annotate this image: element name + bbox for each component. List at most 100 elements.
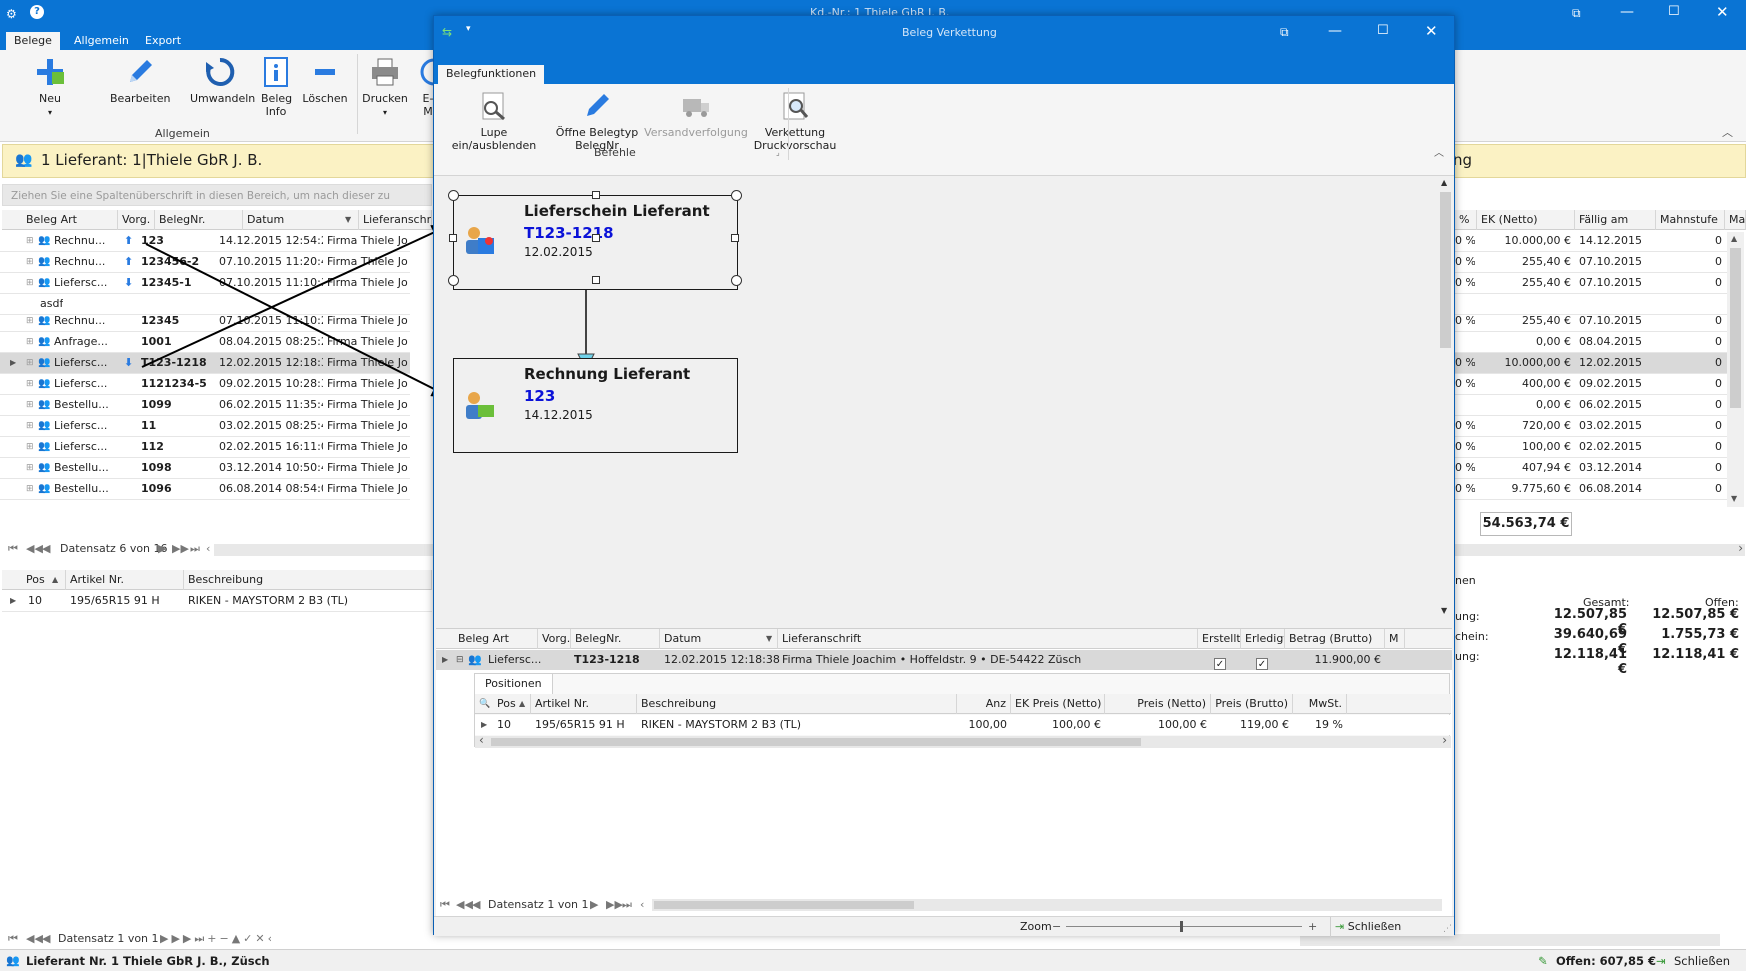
table-row[interactable]: ⊞ 👥Liefersc... 11 03.02.2015 08:25:45 Firma … [0,416,410,437]
loeschen-button[interactable]: Löschen [300,56,350,105]
detail-row[interactable]: ▶ 10 195/65R15 91 H RIKEN - MAYSTORM 2 B… [475,715,1451,735]
table-row[interactable]: ⊞ 👥Rechnu... ⬆ 123 14.12.2015 12:54:25 Firma … [0,231,410,252]
bearbeiten-button[interactable]: Bearbeiten [110,56,170,105]
table-row[interactable]: ⊞ 👥Liefersc... ⬇ 12345-1 07.10.2015 11:10:32… [0,273,410,294]
table-row-right[interactable]: 0,00 € 08.04.2015 0 [1455,332,1727,353]
nav-next-icon[interactable]: ▶ [158,540,166,558]
dialog-close-button[interactable]: ⇥ Schließen [1330,917,1401,937]
dcol-m[interactable]: M [1385,629,1405,649]
canvas-scroll-down-icon[interactable]: ▼ [1441,606,1447,615]
help-icon[interactable]: ? [30,5,44,19]
detail-scroll-left-icon[interactable]: ‹ [479,733,484,747]
table-row-right[interactable]: 0 % 255,40 € 07.10.2015 0 [1455,252,1727,273]
zoom-slider-thumb[interactable] [1180,921,1183,932]
table-row[interactable]: ▶ ⊞ 👥 Liefersc... ⬇ T123-1218 12.02.2015 12:18… [0,353,410,374]
table-row[interactable]: ⊞ 👥Rechnu... ⬆ 123456-2 07.10.2015 11:20:40 F… [0,252,410,273]
col-beschreibung[interactable]: Beschreibung [184,570,432,590]
canvas-scroll-up-icon[interactable]: ▲ [1441,178,1447,187]
table-row[interactable]: ⊞ 👥Anfrage... 1001 08.04.2015 08:25:25 Firma… [0,332,410,353]
resize-handle[interactable] [448,190,459,201]
dnav-prev-icon[interactable]: ◀ [472,896,480,914]
node-rechnung[interactable]: Rechnung Lieferant 123 14.12.2015 [453,358,738,453]
resize-handle[interactable] [449,234,457,242]
table-row[interactable]: ⊞ 👥Bestellu... 1099 06.02.2015 11:35:45 Firm… [0,395,410,416]
vscroll-thumb[interactable] [1730,248,1741,408]
col-lieferanschrift[interactable]: Lieferanschrift [359,210,432,230]
drucken-button[interactable]: Drucken ▾ [360,56,410,119]
col-ek-netto[interactable]: EK (Netto) [1477,210,1575,230]
table-row-right[interactable]: 0 % 10.000,00 € 12.02.2015 0 [1455,353,1727,374]
dialog-app-icon[interactable]: ⇆ [442,25,452,39]
lupe-button[interactable]: Lupe ein/ausblenden [442,90,546,152]
dcol-datum[interactable]: Datum [660,629,778,649]
tab-belegfunktionen[interactable]: Belegfunktionen [438,65,545,84]
dnav-next-icon[interactable]: ▶ [590,896,598,914]
versandverfolgung-button[interactable]: Versandverfolgung [644,90,748,139]
dialog-hscroll[interactable] [652,899,1442,911]
collapse-detail-icon[interactable]: ⊟ [456,650,464,670]
canvas-vscroll[interactable]: ▲ ▼ [1438,178,1453,618]
col-mahnstufe[interactable]: Mahnstufe [1656,210,1725,230]
dcol-erstellt[interactable]: Erstellt [1198,629,1241,649]
col-beleg-art[interactable]: Beleg Art [22,210,118,230]
dnav-first-icon[interactable]: ⏮ [440,896,450,914]
erledigt-checkbox[interactable]: ✓ [1256,654,1268,674]
table-row-right[interactable]: 0 % 407,94 € 03.12.2014 0 [1455,458,1727,479]
dialog-collapse-ribbon-icon[interactable]: ︿ [1434,144,1444,159]
dcol-betrag-brutto[interactable]: Betrag (Brutto) [1285,629,1385,649]
dnav-prev-page-icon[interactable]: ◀◀ [456,896,473,914]
main-grid-vscroll[interactable]: ▲ ▼ [1727,232,1744,507]
scol-anz[interactable]: Anz [957,694,1011,714]
table-row-right[interactable]: 0,00 € 06.02.2015 0 [1455,395,1727,416]
canvas-vscroll-thumb[interactable] [1440,192,1451,348]
scroll-up-icon[interactable]: ▲ [1731,234,1737,243]
pos-nav-prev-page-icon[interactable]: ◀◀ [26,930,43,948]
scol-pos[interactable]: Pos [493,694,531,714]
collapse-ribbon-icon[interactable]: ︿ [1722,124,1733,140]
zoom-in-icon[interactable]: + [1308,917,1317,937]
dcol-belegnr[interactable]: BelegNr. [571,629,660,649]
col-percent[interactable]: % [1455,210,1477,230]
tab-belege[interactable]: Belege [6,32,60,50]
table-row[interactable]: ⊞ 👥Rechnu... 12345 07.10.2015 11:10:20 Firma… [0,311,410,332]
dcol-beleg-art[interactable]: Beleg Art [454,629,538,649]
verkettung-druckvorschau-button[interactable]: Verkettung Druckvorschau [750,90,840,152]
zoom-out-icon[interactable]: − [1052,917,1061,937]
restore-ribbon-icon[interactable]: ⧉ [1572,6,1581,21]
group-launcher-icon[interactable]: ⌟ [776,148,780,157]
tab-positionen[interactable]: Positionen [475,674,553,694]
scol-mwst[interactable]: MwSt. [1293,694,1347,714]
connection-point[interactable] [592,234,600,242]
table-row-right[interactable]: 0 % 9.775,60 € 06.08.2014 0 [1455,479,1727,500]
nav-prev-page-icon[interactable]: ◀◀ [26,540,43,558]
dcol-erledigt[interactable]: Erledigt [1241,629,1285,649]
dnav-next-page-icon[interactable]: ▶▶ [606,896,623,914]
nav-last-icon[interactable]: ⏭ [190,540,200,558]
minimize-icon[interactable]: — [1620,4,1634,20]
scol-beschreibung[interactable]: Beschreibung [637,694,957,714]
pos-nav-first-icon[interactable]: ⏮ [8,930,18,948]
dnav-scroll-left-icon[interactable]: ‹ [640,896,644,914]
detail-scroll-right-icon[interactable]: › [1442,733,1447,747]
col-vorg[interactable]: Vorg. [118,210,155,230]
resize-handle[interactable] [731,234,739,242]
dialog-hscroll-thumb[interactable] [654,901,914,909]
dialog-close-icon[interactable]: ✕ [1425,22,1438,40]
beleg-info-button[interactable]: Beleg Info [258,56,294,118]
dialog-maximize-icon[interactable]: ☐ [1377,23,1389,38]
resize-handle[interactable] [448,275,459,286]
col-belegnr[interactable]: BelegNr. [155,210,243,230]
resize-handle[interactable] [731,190,742,201]
scol-ek-preis[interactable]: EK Preis (Netto) [1011,694,1105,714]
table-row-right[interactable]: 0 % 255,40 € 07.10.2015 0 [1455,311,1727,332]
col-pos[interactable]: Pos [22,570,66,590]
table-row-right[interactable]: 0 % 255,40 € 07.10.2015 0 [1455,273,1727,294]
col-datum[interactable]: Datum [243,210,359,230]
maximize-icon[interactable]: ☐ [1668,4,1680,19]
scroll-down-icon[interactable]: ▼ [1731,494,1737,503]
pos-nav-edit-icons[interactable]: ▶▶▶⏭+−▲✓✕‹ [160,930,275,948]
quick-access-dropdown-icon[interactable]: ▾ [466,24,471,34]
table-row[interactable]: ⊞ 👥Bestellu... 1098 03.12.2014 10:50:42 Firm… [0,458,410,479]
resize-handle[interactable] [592,191,600,199]
table-row[interactable]: ⊞ 👥Bestellu... 1096 06.08.2014 08:54:09 Firm… [0,479,410,500]
